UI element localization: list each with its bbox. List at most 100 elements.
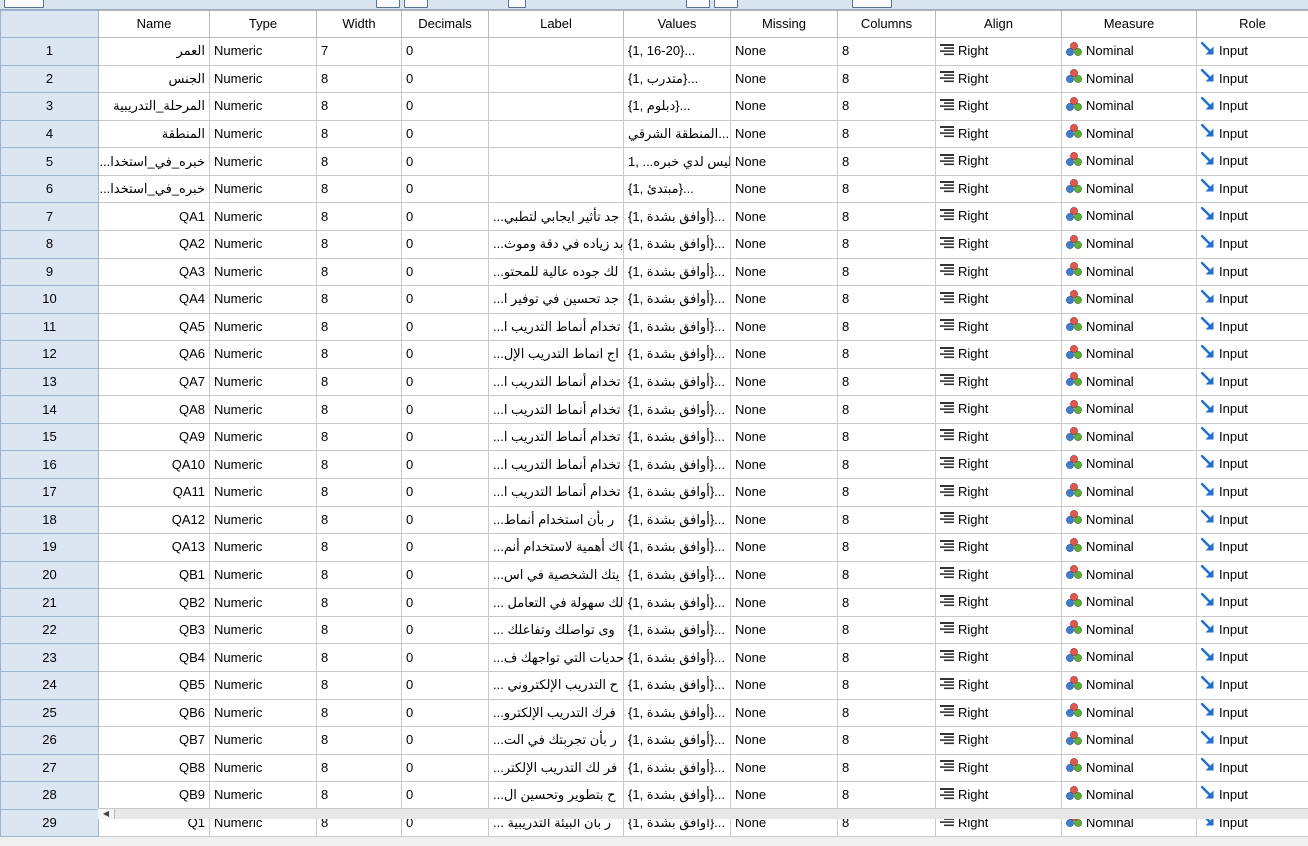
variable-type-cell[interactable]: Numeric bbox=[209, 753, 317, 783]
variable-align-cell[interactable]: Right bbox=[935, 37, 1062, 66]
variable-values-cell[interactable]: ليس لدي خبره... ,1 bbox=[623, 147, 731, 176]
variable-measure-cell[interactable]: Nominal bbox=[1061, 202, 1197, 231]
variable-type-cell[interactable]: Numeric bbox=[209, 340, 317, 369]
variable-measure-cell[interactable]: Nominal bbox=[1061, 119, 1197, 149]
variable-columns-cell[interactable]: 8 bbox=[837, 670, 936, 700]
variable-role-cell[interactable]: Input bbox=[1196, 174, 1308, 204]
variable-columns-cell[interactable]: 8 bbox=[837, 147, 936, 176]
variable-type-cell[interactable]: Numeric bbox=[209, 202, 317, 231]
row-number[interactable]: 27 bbox=[0, 753, 99, 783]
variable-decimals-cell[interactable]: 0 bbox=[401, 257, 489, 287]
variable-role-cell[interactable]: Input bbox=[1196, 781, 1308, 810]
variable-align-cell[interactable]: Right bbox=[935, 450, 1062, 479]
variable-label-cell[interactable]: يتك الشخصية في اس... bbox=[488, 560, 624, 590]
variable-role-cell[interactable]: Input bbox=[1196, 533, 1308, 562]
variable-values-cell[interactable]: {1, أوافق بشدة}... bbox=[623, 588, 731, 617]
variable-row[interactable]: 12 QA6 Numeric 8 0 اج انماط التدريب الإل... {1… bbox=[0, 340, 1308, 369]
variable-decimals-cell[interactable]: 0 bbox=[401, 37, 489, 66]
variable-role-cell[interactable]: Input bbox=[1196, 450, 1308, 479]
variable-decimals-cell[interactable]: 0 bbox=[401, 450, 489, 479]
row-number[interactable]: 10 bbox=[0, 285, 99, 314]
variable-label-cell[interactable]: ح بتطوير وتحسين ال... bbox=[488, 781, 624, 810]
variable-type-cell[interactable]: Numeric bbox=[209, 450, 317, 479]
variable-type-cell[interactable]: Numeric bbox=[209, 643, 317, 672]
variable-name-cell[interactable]: QA9 bbox=[98, 422, 210, 452]
variable-values-cell[interactable]: {1, أوافق بشدة}... bbox=[623, 340, 731, 369]
row-number[interactable]: 14 bbox=[0, 395, 99, 424]
row-number[interactable]: 26 bbox=[0, 726, 99, 755]
variable-label-cell[interactable]: لك سهولة في التعامل ... bbox=[488, 588, 624, 617]
variable-row[interactable]: 24 QB5 Numeric 8 0 ح التدريب الإلكتروني ... {1… bbox=[0, 670, 1308, 700]
variable-name-cell[interactable]: QA10 bbox=[98, 450, 210, 479]
variable-columns-cell[interactable]: 8 bbox=[837, 285, 936, 314]
variable-decimals-cell[interactable]: 0 bbox=[401, 174, 489, 204]
variable-values-cell[interactable]: {1, أوافق بشدة}... bbox=[623, 450, 731, 479]
column-header-measure[interactable]: Measure bbox=[1061, 10, 1197, 38]
variable-missing-cell[interactable]: None bbox=[730, 257, 838, 287]
variable-row[interactable]: 27 QB8 Numeric 8 0 فر لك التدريب الإلكتر... {1… bbox=[0, 753, 1308, 783]
variable-width-cell[interactable]: 8 bbox=[316, 615, 402, 645]
variable-label-cell[interactable]: فر لك التدريب الإلكتر... bbox=[488, 753, 624, 783]
variable-row[interactable]: 3 المرحلة_التدريبية Numeric 8 0 {1, دبلوم}...… bbox=[0, 92, 1308, 121]
variable-values-cell[interactable]: {1, أوافق بشدة}... bbox=[623, 422, 731, 452]
variable-role-cell[interactable]: Input bbox=[1196, 202, 1308, 231]
variable-missing-cell[interactable]: None bbox=[730, 478, 838, 507]
column-header-role[interactable]: Role bbox=[1196, 10, 1308, 38]
variable-name-cell[interactable]: QA2 bbox=[98, 229, 210, 259]
variable-decimals-cell[interactable]: 0 bbox=[401, 229, 489, 259]
variable-values-cell[interactable]: {1, أوافق بشدة}... bbox=[623, 560, 731, 590]
row-number[interactable]: 22 bbox=[0, 615, 99, 645]
variable-align-cell[interactable]: Right bbox=[935, 285, 1062, 314]
variable-role-cell[interactable]: Input bbox=[1196, 340, 1308, 369]
variable-type-cell[interactable]: Numeric bbox=[209, 781, 317, 810]
variable-name-cell[interactable]: QB3 bbox=[98, 615, 210, 645]
variable-decimals-cell[interactable]: 0 bbox=[401, 422, 489, 452]
column-header-values[interactable]: Values bbox=[623, 10, 731, 38]
variable-row[interactable]: 10 QA4 Numeric 8 0 جد تحسين في توفير ا... {1, … bbox=[0, 285, 1308, 314]
variable-decimals-cell[interactable]: 0 bbox=[401, 202, 489, 231]
variable-columns-cell[interactable]: 8 bbox=[837, 395, 936, 424]
row-number[interactable]: 16 bbox=[0, 450, 99, 479]
variable-name-cell[interactable]: QA1 bbox=[98, 202, 210, 231]
variable-label-cell[interactable]: ر بأن استخدام أنماط... bbox=[488, 505, 624, 535]
variable-type-cell[interactable]: Numeric bbox=[209, 92, 317, 121]
variable-columns-cell[interactable]: 8 bbox=[837, 560, 936, 590]
variable-decimals-cell[interactable]: 0 bbox=[401, 533, 489, 562]
variable-width-cell[interactable]: 8 bbox=[316, 698, 402, 728]
toolbar-button[interactable] bbox=[508, 0, 526, 8]
variable-name-cell[interactable]: خبره_في_استخدا... bbox=[98, 174, 210, 204]
variable-values-cell[interactable]: {1, أوافق بشدة}... bbox=[623, 478, 731, 507]
variable-values-cell[interactable]: {1, أوافق بشدة}... bbox=[623, 698, 731, 728]
variable-align-cell[interactable]: Right bbox=[935, 726, 1062, 755]
variable-name-cell[interactable]: QA6 bbox=[98, 340, 210, 369]
variable-label-cell[interactable] bbox=[488, 92, 624, 121]
row-number[interactable]: 2 bbox=[0, 64, 99, 94]
row-number[interactable]: 18 bbox=[0, 505, 99, 535]
variable-decimals-cell[interactable]: 0 bbox=[401, 588, 489, 617]
row-number[interactable]: 15 bbox=[0, 422, 99, 452]
variable-missing-cell[interactable]: None bbox=[730, 395, 838, 424]
variable-role-cell[interactable]: Input bbox=[1196, 560, 1308, 590]
variable-label-cell[interactable]: اج انماط التدريب الإل... bbox=[488, 340, 624, 369]
variable-values-cell[interactable]: {1, أوافق بشدة}... bbox=[623, 615, 731, 645]
variable-align-cell[interactable]: Right bbox=[935, 340, 1062, 369]
variable-label-cell[interactable] bbox=[488, 37, 624, 66]
variable-decimals-cell[interactable]: 0 bbox=[401, 726, 489, 755]
variable-measure-cell[interactable]: Nominal bbox=[1061, 285, 1197, 314]
variable-align-cell[interactable]: Right bbox=[935, 64, 1062, 94]
variable-measure-cell[interactable]: Nominal bbox=[1061, 64, 1197, 94]
row-number[interactable]: 21 bbox=[0, 588, 99, 617]
row-number[interactable]: 28 bbox=[0, 781, 99, 810]
variable-name-cell[interactable]: QA7 bbox=[98, 367, 210, 397]
variable-label-cell[interactable]: لك جوده عالية للمحتو... bbox=[488, 257, 624, 287]
variable-width-cell[interactable]: 8 bbox=[316, 422, 402, 452]
variable-measure-cell[interactable]: Nominal bbox=[1061, 670, 1197, 700]
variable-role-cell[interactable]: Input bbox=[1196, 285, 1308, 314]
variable-width-cell[interactable]: 8 bbox=[316, 560, 402, 590]
variable-decimals-cell[interactable]: 0 bbox=[401, 340, 489, 369]
toolbar-button[interactable] bbox=[376, 0, 400, 8]
variable-name-cell[interactable]: QB6 bbox=[98, 698, 210, 728]
variable-row[interactable]: 23 QB4 Numeric 8 0 حديات التي تواجهك ف... {1, … bbox=[0, 643, 1308, 672]
variable-role-cell[interactable]: Input bbox=[1196, 37, 1308, 66]
column-header-width[interactable]: Width bbox=[316, 10, 402, 38]
